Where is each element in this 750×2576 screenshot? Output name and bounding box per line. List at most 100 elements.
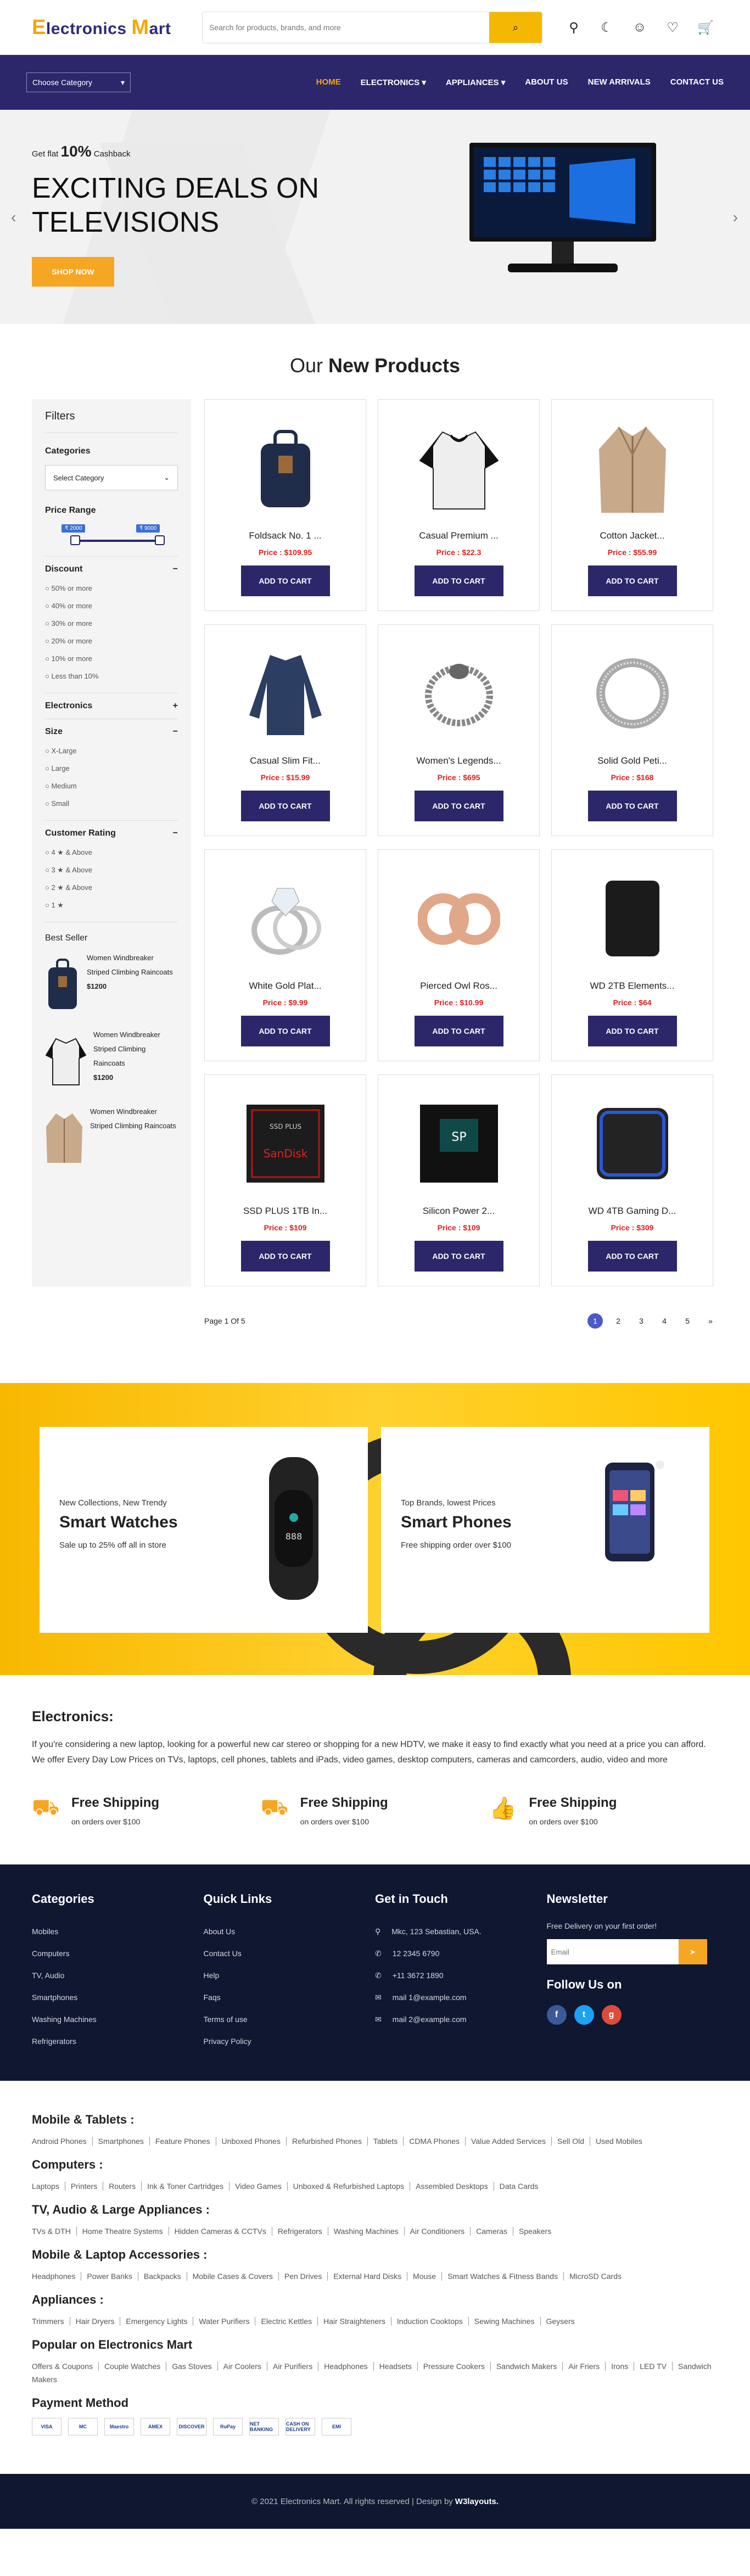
add-to-cart-button[interactable]: ADD TO CART [240,1016,330,1046]
logo[interactable]: Electronics Mart [32,16,202,40]
discount-option[interactable]: ○ 30% or more [45,615,178,632]
add-to-cart-button[interactable]: ADD TO CART [240,791,330,821]
link-group-item[interactable]: Electric Kettles [255,2317,318,2326]
range-min-handle[interactable] [70,535,80,545]
link-group-item[interactable]: Android Phones [32,2137,93,2146]
best-seller-item[interactable]: Women Windbreaker Striped Climbing Rainc… [45,951,178,1017]
link-group-item[interactable]: TVs & DTH [32,2227,77,2236]
link-group-item[interactable]: Water Purifiers [193,2317,256,2326]
link-group-item[interactable]: Couple Watches [99,2362,167,2371]
link-group-item[interactable]: Home Theatre Systems [76,2227,169,2236]
link-group-item[interactable]: Air Conditioners [404,2227,471,2236]
size-option[interactable]: ○ Large [45,760,178,777]
product-card[interactable]: Casual Slim Fit... Price : $15.99 ADD TO C… [204,624,366,836]
promo-card-phones[interactable]: Top Brands, lowest Prices Smart Phones F… [381,1427,709,1633]
price-range-slider[interactable]: ₹ 2000 ₹ 9000 [45,521,178,548]
product-card[interactable]: SP Silicon Power 2... Price : $109 ADD TO C… [378,1074,540,1286]
collapse-icon[interactable]: − [173,564,178,574]
facebook-icon[interactable]: f [546,2005,567,2025]
footer-link[interactable]: Contact Us [204,1942,376,1964]
page-link[interactable]: 5 [680,1313,695,1329]
link-group-item[interactable]: MicroSD Cards [564,2272,627,2281]
page-link[interactable]: 2 [611,1313,626,1329]
footer-link[interactable]: Washing Machines [32,2008,204,2030]
range-max-handle[interactable] [155,535,165,545]
cart-icon[interactable]: 🛒 [697,20,714,36]
link-group-item[interactable]: Cameras [471,2227,513,2236]
add-to-cart-button[interactable]: ADD TO CART [587,565,677,596]
contact-item[interactable]: ✉ mail 1@example.com [375,1986,547,2008]
rating-option[interactable]: ○ 4 ★ & Above [45,844,178,861]
designer-link[interactable]: W3layouts. [455,2497,499,2506]
link-group-item[interactable]: Speakers [513,2227,557,2236]
footer-link[interactable]: Terms of use [204,2008,376,2030]
link-group-item[interactable]: Mouse [407,2272,443,2281]
add-to-cart-button[interactable]: ADD TO CART [587,791,677,821]
link-group-item[interactable]: Headphones [318,2362,374,2371]
link-group-item[interactable]: Smart Watches & Fitness Bands [442,2272,564,2281]
discount-option[interactable]: ○ 20% or more [45,632,178,650]
page-link[interactable]: 1 [587,1313,603,1329]
footer-link[interactable]: About Us [204,1920,376,1942]
footer-link[interactable]: Smartphones [32,1986,204,2008]
link-group-item[interactable]: Backpacks [138,2272,187,2281]
link-group-item[interactable]: Mobile Cases & Covers [187,2272,279,2281]
rating-option[interactable]: ○ 1 ★ [45,897,178,914]
link-group-item[interactable]: LED TV [634,2362,673,2371]
link-group-item[interactable]: Printers [65,2182,104,2191]
page-link[interactable]: 3 [634,1313,649,1329]
add-to-cart-button[interactable]: ADD TO CART [240,1241,330,1272]
link-group-item[interactable]: Refurbished Phones [286,2137,368,2146]
link-group-item[interactable]: Data Cards [494,2182,544,2191]
link-group-item[interactable]: Pressure Cookers [417,2362,491,2371]
next-slide-icon[interactable]: › [733,209,738,226]
link-group-item[interactable]: Video Games [230,2182,288,2191]
product-card[interactable]: WD 2TB Elements... Price : $64 ADD TO CART [551,849,713,1061]
nav-contact-us[interactable]: CONTACT US [670,77,724,87]
link-group-item[interactable]: Air Coolers [217,2362,267,2371]
link-group-item[interactable]: Value Added Services [466,2137,552,2146]
prev-slide-icon[interactable]: ‹ [11,209,16,226]
footer-link[interactable]: Computers [32,1942,204,1964]
product-card[interactable]: Pierced Owl Ros... Price : $10.99 ADD TO C… [378,849,540,1061]
link-group-item[interactable]: Trimmers [32,2317,70,2326]
nav-about-us[interactable]: ABOUT US [525,77,568,87]
product-card[interactable]: SanDisk SSD PLUS SSD PLUS 1TB In... Price :… [204,1074,366,1286]
link-group-item[interactable]: Hair Dryers [70,2317,121,2326]
link-group-item[interactable]: Routers [103,2182,142,2191]
discount-option[interactable]: ○ Less than 10% [45,668,178,685]
shop-now-button[interactable]: SHOP NOW [32,257,114,287]
contact-item[interactable]: ✉ mail 2@example.com [375,2008,547,2030]
twitter-icon[interactable]: t [574,2005,594,2025]
expand-icon[interactable]: + [173,701,178,711]
choose-category-select[interactable]: Choose Category ▾ [26,72,131,92]
add-to-cart-button[interactable]: ADD TO CART [414,791,503,821]
wishlist-icon[interactable]: ♡ [664,20,681,36]
promo-card-watches[interactable]: New Collections, New Trendy Smart Watche… [40,1427,368,1633]
product-card[interactable]: WD 4TB Gaming D... Price : $309 ADD TO CAR… [551,1074,713,1286]
footer-link[interactable]: Privacy Policy [204,2030,376,2052]
link-group-item[interactable]: Hidden Cameras & CCTVs [169,2227,272,2236]
link-group-item[interactable]: Air Purifiers [267,2362,319,2371]
product-card[interactable]: Solid Gold Peti... Price : $168 ADD TO CAR… [551,624,713,836]
add-to-cart-button[interactable]: ADD TO CART [587,1016,677,1046]
google-plus-icon[interactable]: g [601,2005,622,2025]
link-group-item[interactable]: Hair Straighteners [318,2317,391,2326]
link-group-item[interactable]: Refrigerators [272,2227,328,2236]
best-seller-item[interactable]: Women Windbreaker Striped Climbing Rainc… [45,1028,178,1094]
footer-link[interactable]: TV, Audio [32,1964,204,1986]
size-option[interactable]: ○ X-Large [45,742,178,760]
link-group-item[interactable]: Laptops [32,2182,65,2191]
nav-electronics[interactable]: ELECTRONICS ▾ [361,77,426,87]
add-to-cart-button[interactable]: ADD TO CART [587,1241,677,1272]
discount-option[interactable]: ○ 10% or more [45,650,178,668]
add-to-cart-button[interactable]: ADD TO CART [414,1016,503,1046]
nav-new-arrivals[interactable]: NEW ARRIVALS [588,77,651,87]
rating-option[interactable]: ○ 3 ★ & Above [45,861,178,879]
link-group-item[interactable]: Pen Drives [278,2272,328,2281]
link-group-item[interactable]: External Hard Disks [328,2272,408,2281]
link-group-item[interactable]: CDMA Phones [404,2137,466,2146]
category-select[interactable]: Select Category ⌄ [45,465,178,490]
collapse-icon[interactable]: − [173,727,178,737]
best-seller-item[interactable]: Women Windbreaker Striped Climbing Rainc… [45,1105,178,1171]
